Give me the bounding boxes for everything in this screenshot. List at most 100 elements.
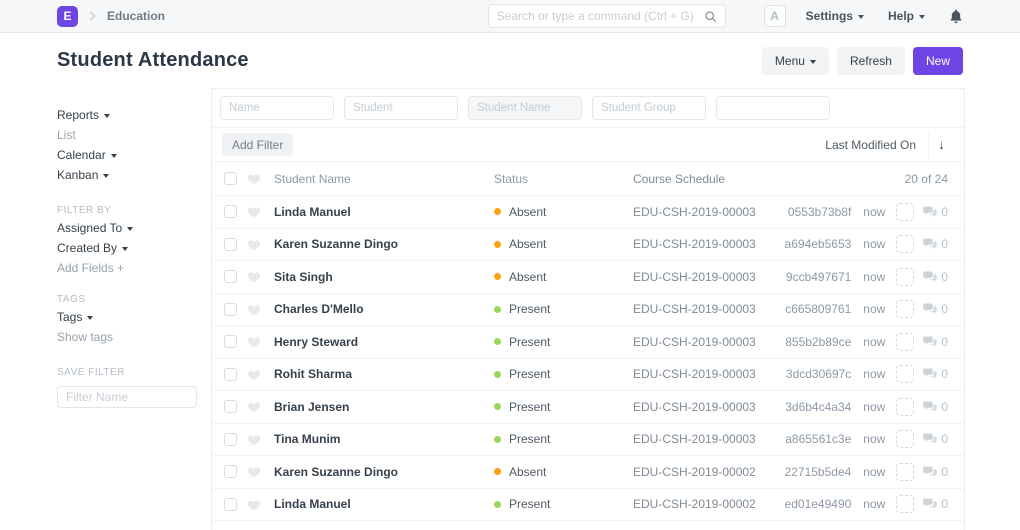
student-name-link[interactable]: Brian Jensen (274, 400, 494, 414)
filter-input-student-group[interactable] (592, 96, 706, 120)
assign-avatar-placeholder[interactable] (896, 462, 915, 481)
assign-avatar-placeholder[interactable] (896, 235, 915, 254)
document-id: ed01e49490 (784, 497, 852, 512)
table-row[interactable]: Sita Singh Absent EDU-CSH-2019-00003 9cc… (212, 260, 964, 293)
sidebar-item[interactable]: Show tags (57, 327, 211, 347)
like-heart-icon[interactable] (247, 303, 261, 316)
row-checkbox[interactable] (224, 432, 237, 446)
like-heart-icon[interactable] (247, 433, 261, 446)
breadcrumb[interactable]: Education (107, 9, 165, 23)
notifications-bell-icon[interactable] (949, 9, 963, 24)
help-menu[interactable]: Help (888, 9, 925, 23)
user-avatar[interactable]: A (763, 5, 786, 27)
filter-input-student[interactable] (344, 96, 458, 120)
row-checkbox[interactable] (224, 335, 237, 349)
comment-icon (923, 433, 937, 445)
filter-input-blank[interactable] (716, 96, 830, 120)
sidebar-item[interactable]: Tags (57, 307, 211, 327)
status-dot (494, 208, 501, 216)
like-heart-icon[interactable] (247, 270, 261, 283)
global-search[interactable] (487, 4, 726, 28)
sidebar-item-label: Created By (57, 241, 118, 255)
like-heart-icon[interactable] (247, 498, 261, 511)
filter-name-input[interactable] (57, 386, 197, 408)
like-heart-icon[interactable] (247, 335, 261, 348)
row-checkbox[interactable] (224, 205, 237, 219)
comment-indicator: 0 (923, 335, 948, 349)
like-heart-icon[interactable] (247, 238, 261, 251)
student-name-link[interactable]: Henry Steward (274, 335, 494, 349)
like-heart-icon[interactable] (247, 205, 261, 218)
search-input[interactable] (496, 9, 704, 23)
sidebar-item[interactable]: Reports (57, 105, 211, 125)
student-name-link[interactable]: Karen Suzanne Dingo (274, 465, 494, 479)
like-heart-icon[interactable] (247, 400, 261, 413)
select-all-checkbox[interactable] (224, 172, 237, 185)
assign-avatar-placeholder[interactable] (896, 495, 915, 514)
comment-count: 0 (941, 204, 948, 219)
row-meta: 9ccb497671 now 0 (776, 267, 948, 286)
sidebar-item[interactable]: Kanban (57, 165, 211, 185)
row-checkbox[interactable] (224, 497, 237, 511)
row-checkbox[interactable] (224, 302, 237, 316)
row-checkbox[interactable] (224, 400, 237, 414)
status-dot (494, 240, 501, 248)
student-name-link[interactable]: Rohit Sharma (274, 367, 494, 381)
like-heart-icon[interactable] (247, 465, 261, 478)
student-name-link[interactable]: Karen Suzanne Dingo (274, 237, 494, 251)
comment-icon (923, 368, 937, 380)
table-row[interactable]: Tina Munim Present EDU-CSH-2019-00003 a8… (212, 422, 964, 456)
new-button[interactable]: New (912, 46, 963, 75)
row-checkbox[interactable] (224, 270, 237, 284)
assign-avatar-placeholder[interactable] (896, 300, 915, 319)
filter-input-student-name[interactable] (468, 96, 582, 120)
sort-field-selector[interactable]: Last Modified On (825, 138, 916, 152)
sidebar-item[interactable]: List (57, 125, 211, 145)
table-row[interactable]: Charles D'Mello Present EDU-CSH-2019-000… (212, 292, 964, 326)
like-filter-icon[interactable] (247, 172, 261, 185)
student-name-link[interactable]: Linda Manuel (274, 497, 494, 511)
sidebar-item-label: Reports (57, 108, 100, 122)
student-name-link[interactable]: Linda Manuel (274, 205, 494, 219)
sort-direction-button[interactable]: ↓ (928, 131, 954, 158)
assign-avatar-placeholder[interactable] (896, 430, 915, 449)
assign-avatar-placeholder[interactable] (896, 267, 915, 286)
sidebar-item[interactable]: Created By (57, 238, 211, 258)
table-row[interactable]: Rohit Sharma Present EDU-CSH-2019-00003 … (212, 357, 964, 391)
row-checkbox[interactable] (224, 367, 237, 381)
list-sidebar: Reports List Calendar Kanban FILTER BY A… (0, 88, 211, 530)
document-id: c665809761 (785, 302, 852, 317)
filter-input-name[interactable] (220, 96, 334, 120)
assign-avatar-placeholder[interactable] (896, 397, 915, 416)
like-heart-icon[interactable] (247, 368, 261, 381)
row-checkbox[interactable] (224, 465, 237, 479)
avatar-letter: A (770, 9, 779, 23)
refresh-button[interactable]: Refresh (836, 46, 905, 75)
settings-menu[interactable]: Settings (806, 9, 864, 23)
student-name-link[interactable]: Sita Singh (274, 270, 494, 284)
table-row[interactable]: Linda Manuel Present EDU-CSH-2019-00002 … (212, 487, 964, 521)
table-row[interactable]: Karen Suzanne Dingo Absent EDU-CSH-2019-… (212, 455, 964, 488)
app-logo[interactable]: E (57, 5, 78, 27)
sidebar-item[interactable]: Assigned To (57, 218, 211, 238)
sidebar-item[interactable]: Add Fields + (57, 258, 211, 278)
comment-count: 0 (941, 269, 948, 284)
add-filter-button[interactable]: Add Filter (222, 133, 294, 156)
row-checkbox[interactable] (224, 237, 237, 251)
sort-area: Last Modified On ↓ (825, 131, 954, 158)
modified-time: now (863, 367, 886, 382)
sidebar-filters: Assigned To Created By Add Fields + (57, 218, 211, 278)
table-row[interactable]: Karen Suzanne Dingo Absent EDU-CSH-2019-… (212, 227, 964, 261)
menu-button[interactable]: Menu (761, 46, 829, 75)
navbar: E Education A Settings Help (0, 0, 1020, 33)
student-name-link[interactable]: Charles D'Mello (274, 302, 494, 316)
table-row[interactable]: Linda Manuel Absent EDU-CSH-2019-00003 0… (212, 195, 964, 228)
table-row[interactable]: Brian Jensen Present EDU-CSH-2019-00003 … (212, 390, 964, 423)
student-name-link[interactable]: Tina Munim (274, 432, 494, 446)
column-header-student-name: Student Name (274, 171, 351, 186)
assign-avatar-placeholder[interactable] (896, 202, 915, 221)
table-row[interactable]: Henry Steward Present EDU-CSH-2019-00003… (212, 325, 964, 358)
sidebar-item[interactable]: Calendar (57, 145, 211, 165)
assign-avatar-placeholder[interactable] (896, 365, 915, 384)
assign-avatar-placeholder[interactable] (896, 332, 915, 351)
